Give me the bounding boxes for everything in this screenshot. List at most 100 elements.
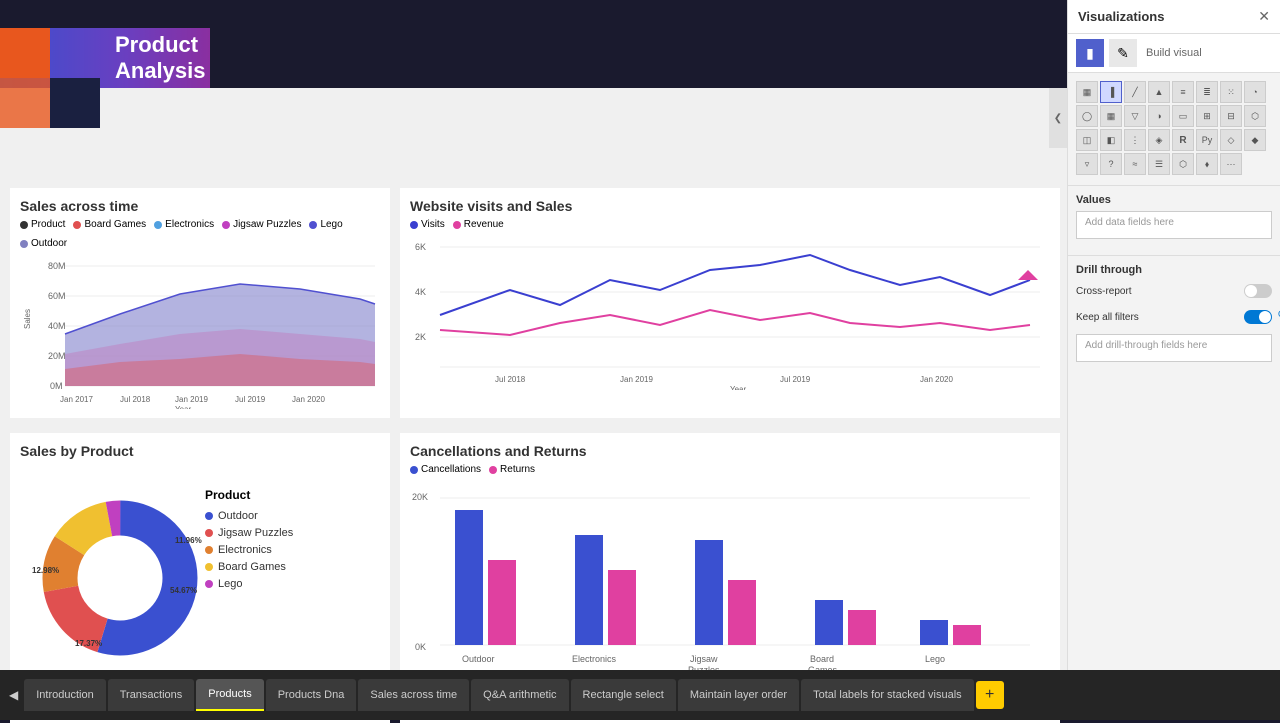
sales-time-chart: Sales across time Product Board Games El… xyxy=(10,188,390,418)
svg-text:11.96%: 11.96% xyxy=(175,536,202,545)
viz-icons-section: ▦ ▐ ╱ ▲ ≡ ≣ ⁙ ◔ ◯ ▦ ▽ ◑ ▭ ⊞ ⊟ ⬡ ◫ ◧ ⋮ ◈ … xyxy=(1068,73,1280,186)
viz-icon-paginated[interactable]: ☰ xyxy=(1148,153,1170,175)
svg-text:Jul 2018: Jul 2018 xyxy=(495,375,526,384)
viz-icon-key-inf[interactable]: ◈ xyxy=(1148,129,1170,151)
viz-icon-map[interactable]: ⬡ xyxy=(1244,105,1266,127)
svg-text:20M: 20M xyxy=(48,351,66,361)
drill-through-title: Drill through xyxy=(1076,264,1272,276)
svg-text:12.98%: 12.98% xyxy=(32,566,59,575)
legend-dot-jigsaw xyxy=(222,221,230,229)
collapse-button[interactable]: ❮ xyxy=(1049,88,1067,148)
values-section: Values Add data fields here xyxy=(1068,186,1280,255)
svg-text:0K: 0K xyxy=(415,642,426,652)
values-drop-area[interactable]: Add data fields here xyxy=(1076,211,1272,239)
tab-add-button[interactable]: + xyxy=(976,681,1004,709)
viz-icon-treemap[interactable]: ▦ xyxy=(1100,105,1122,127)
product-label: Product xyxy=(205,488,293,502)
sales-time-title: Sales across time xyxy=(20,198,380,214)
viz-icon-R[interactable]: R xyxy=(1172,129,1194,151)
viz-icon-stackedbar[interactable]: ≡ xyxy=(1172,81,1194,103)
tab-sales-across-time[interactable]: Sales across time xyxy=(358,679,469,711)
svg-text:Board: Board xyxy=(810,654,834,664)
svg-text:4K: 4K xyxy=(415,287,426,297)
svg-text:Jan 2019: Jan 2019 xyxy=(175,395,208,404)
tab-scroll-left[interactable]: ◀ xyxy=(5,688,22,702)
tab-products[interactable]: Products xyxy=(196,679,263,711)
cross-report-toggle[interactable]: Off xyxy=(1244,284,1272,298)
visualizations-panel: Visualizations ✕ ▮ ✎ Build visual ▦ ▐ ╱ … xyxy=(1067,0,1280,720)
legend-board: Board Games xyxy=(205,561,293,573)
svg-text:60M: 60M xyxy=(48,291,66,301)
close-icon[interactable]: ✕ xyxy=(1258,8,1270,25)
viz-icon-decomp[interactable]: ⋮ xyxy=(1124,129,1146,151)
viz-icon-card[interactable]: ▭ xyxy=(1172,105,1194,127)
legend-item-board: Board Games xyxy=(73,219,146,230)
tab-layer-order[interactable]: Maintain layer order xyxy=(678,679,799,711)
legend-item-visits: Visits xyxy=(410,219,445,230)
legend-dot-electronics xyxy=(154,221,162,229)
keep-filters-row: Keep all filters On xyxy=(1076,310,1272,324)
legend-dot-product xyxy=(20,221,28,229)
legend-dot-board xyxy=(73,221,81,229)
viz-icon-smart-narr[interactable]: ≈ xyxy=(1124,153,1146,175)
viz-icon-donut[interactable]: ◯ xyxy=(1076,105,1098,127)
viz-icon-table[interactable]: ⊞ xyxy=(1196,105,1218,127)
svg-text:Jul 2019: Jul 2019 xyxy=(780,375,811,384)
tab-rectangle[interactable]: Rectangle select xyxy=(571,679,676,711)
viz-icon-matrix[interactable]: ⊟ xyxy=(1220,105,1242,127)
viz-icon-hex[interactable]: ⬡ xyxy=(1172,153,1194,175)
tab-stacked[interactable]: Total labels for stacked visuals xyxy=(801,679,974,711)
viz-icon-slicer[interactable]: ▿ xyxy=(1076,153,1098,175)
viz-icon-gauge[interactable]: ◑ xyxy=(1148,105,1170,127)
viz-icon-area[interactable]: ▲ xyxy=(1148,81,1170,103)
cross-report-label: Cross-report xyxy=(1076,286,1132,297)
build-visual-icon[interactable]: ▮ xyxy=(1076,39,1104,67)
viz-icon-waterfall[interactable]: ≣ xyxy=(1196,81,1218,103)
cancellations-legend: Cancellations Returns xyxy=(410,464,1050,475)
viz-icon-custom1[interactable]: ◇ xyxy=(1220,129,1242,151)
viz-icon-bar[interactable]: ▦ xyxy=(1076,81,1098,103)
viz-icon-column[interactable]: ▐ xyxy=(1100,81,1122,103)
cross-report-row: Cross-report Off xyxy=(1076,284,1272,298)
legend-item-lego: Lego xyxy=(309,219,342,230)
tab-qna[interactable]: Q&A arithmetic xyxy=(471,679,568,711)
viz-icon-scatter[interactable]: ⁙ xyxy=(1220,81,1242,103)
svg-text:Jul 2018: Jul 2018 xyxy=(120,395,151,404)
legend-item-revenue: Revenue xyxy=(453,219,504,230)
viz-row-1: ▦ ▐ ╱ ▲ ≡ ≣ ⁙ ◔ xyxy=(1076,81,1272,103)
keep-filters-toggle[interactable]: On xyxy=(1244,310,1272,324)
website-title: Website visits and Sales xyxy=(410,198,1050,214)
tab-introduction[interactable]: Introduction xyxy=(24,679,105,711)
website-legend: Visits Revenue xyxy=(410,219,1050,230)
format-visual-icon[interactable]: ✎ xyxy=(1109,39,1137,67)
legend-dot-cancel xyxy=(410,466,418,474)
logo-dark xyxy=(50,78,100,128)
viz-icon-py[interactable]: Py xyxy=(1196,129,1218,151)
sales-time-svg: 80M 60M 40M 20M 0M Sales Jan 2017 Jul 20… xyxy=(20,254,380,409)
viz-icon-ellipsis[interactable]: ··· xyxy=(1220,153,1242,175)
tab-transactions[interactable]: Transactions xyxy=(108,679,195,711)
svg-text:Jigsaw: Jigsaw xyxy=(690,654,718,664)
viz-icon-qna[interactable]: ? xyxy=(1100,153,1122,175)
values-label: Values xyxy=(1076,194,1272,206)
viz-icon-pie[interactable]: ◔ xyxy=(1244,81,1266,103)
viz-icon-custom2[interactable]: ◆ xyxy=(1244,129,1266,151)
viz-icon-diamond[interactable]: ⬧ xyxy=(1196,153,1218,175)
tab-products-dna[interactable]: Products Dna xyxy=(266,679,357,711)
svg-text:80M: 80M xyxy=(48,261,66,271)
drill-add-area-wrapper: Add drill-through fields here xyxy=(1076,334,1272,362)
viz-icon-filled-map[interactable]: ◫ xyxy=(1076,129,1098,151)
svg-text:54.67%: 54.67% xyxy=(170,586,197,595)
svg-text:6K: 6K xyxy=(415,242,426,252)
viz-icon-azure-map[interactable]: ◧ xyxy=(1100,129,1122,151)
drill-add-placeholder: Add drill-through fields here xyxy=(1085,340,1207,351)
build-visual-label: Build visual xyxy=(1146,47,1202,59)
legend-dot-outdoor xyxy=(20,240,28,248)
svg-text:Year: Year xyxy=(175,405,192,409)
legend-item-outdoor: Outdoor xyxy=(20,238,67,249)
drill-add-area[interactable]: Add drill-through fields here xyxy=(1076,334,1272,362)
legend-item-electronics: Electronics xyxy=(154,219,214,230)
svg-text:40M: 40M xyxy=(48,321,66,331)
viz-icon-line[interactable]: ╱ xyxy=(1124,81,1146,103)
viz-icon-funnel[interactable]: ▽ xyxy=(1124,105,1146,127)
